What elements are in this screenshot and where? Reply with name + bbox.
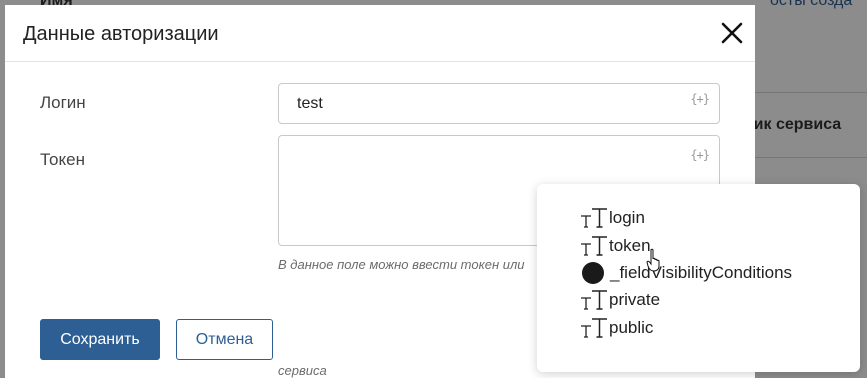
variable-item-label: login bbox=[609, 208, 645, 227]
insert-variable-icon[interactable]: {+} bbox=[690, 148, 710, 162]
variable-item-public[interactable]: public bbox=[580, 317, 653, 339]
variables-dropdown: login token _fieldVisibilityConditions p… bbox=[537, 184, 860, 372]
object-type-icon bbox=[582, 262, 604, 284]
variable-item-label: private bbox=[609, 290, 661, 309]
login-input[interactable]: test {+} bbox=[278, 83, 720, 124]
token-label: Токен bbox=[40, 150, 85, 169]
login-input-value: test bbox=[297, 95, 323, 112]
close-button[interactable] bbox=[719, 20, 745, 46]
variable-item-login[interactable]: login bbox=[580, 207, 645, 229]
token-hint: В данное поле можно ввести токен или bbox=[278, 257, 525, 272]
variable-item-field-visibility-conditions[interactable]: _fieldVisibilityConditions bbox=[580, 262, 792, 284]
text-type-icon bbox=[581, 208, 607, 228]
variable-item-private[interactable]: private bbox=[580, 289, 660, 311]
text-type-icon bbox=[581, 290, 607, 310]
cancel-button[interactable]: Отмена bbox=[176, 319, 273, 360]
variable-item-token[interactable]: token bbox=[580, 235, 651, 257]
text-type-icon bbox=[581, 236, 607, 256]
modal-header: Данные авторизации bbox=[5, 5, 755, 62]
token-hint-continued: сервиса bbox=[278, 363, 327, 378]
save-button[interactable]: Сохранить bbox=[40, 319, 160, 360]
insert-variable-icon[interactable]: {+} bbox=[690, 92, 710, 106]
modal-title: Данные авторизации bbox=[23, 23, 219, 45]
text-type-icon bbox=[581, 318, 607, 338]
login-label: Логин bbox=[40, 93, 86, 112]
variable-item-label: public bbox=[609, 318, 654, 337]
close-icon bbox=[721, 22, 743, 44]
variable-item-label: _fieldVisibilityConditions bbox=[610, 263, 793, 282]
variable-item-label: token bbox=[609, 236, 651, 255]
hand-cursor-icon bbox=[646, 248, 660, 272]
